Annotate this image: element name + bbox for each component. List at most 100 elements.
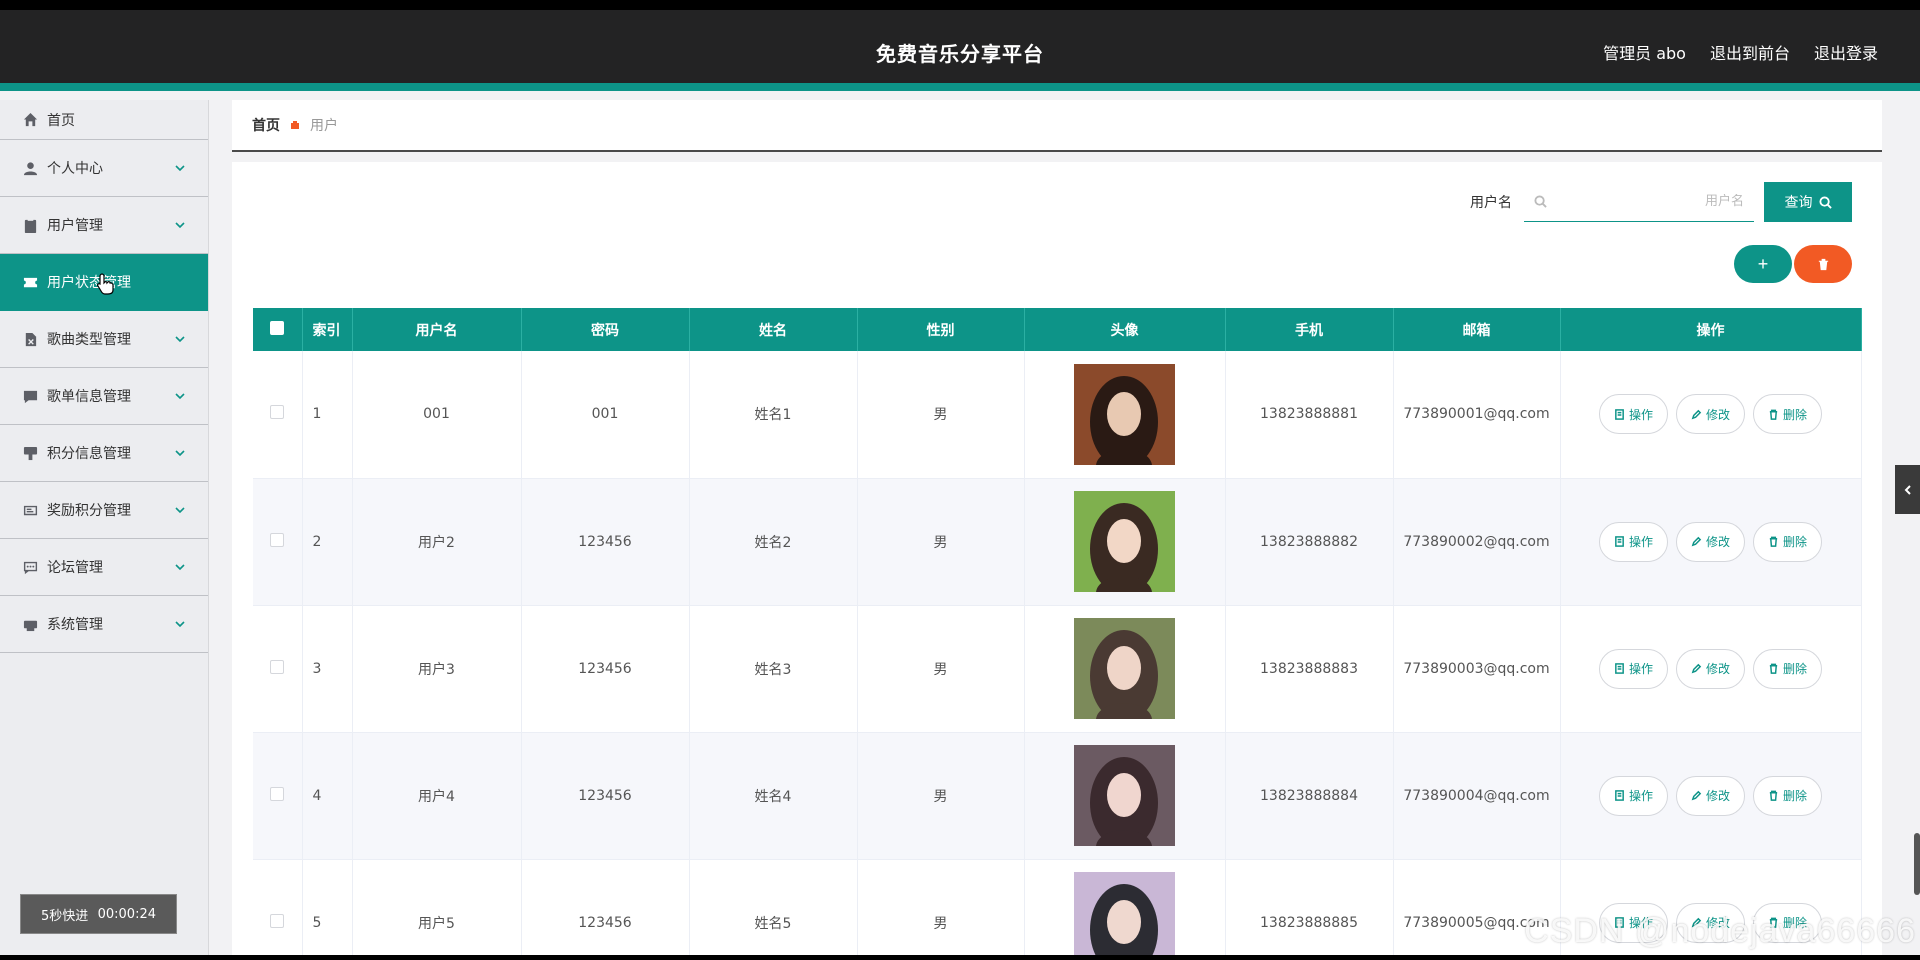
sidebar-item-personal-center[interactable]: 个人中心 (0, 140, 208, 197)
edit-icon (1691, 790, 1702, 801)
delete-button[interactable]: 删除 (1753, 648, 1823, 689)
index-cell: 5 (302, 859, 353, 955)
sidebar-item-song-type-management[interactable]: 歌曲类型管理 (0, 311, 208, 368)
home-icon (22, 112, 38, 128)
delete-button[interactable]: 删除 (1753, 775, 1823, 816)
row-select-cell (253, 605, 303, 733)
admin-user-link[interactable]: 管理员 abo (1603, 40, 1686, 64)
table-header-row: 索引 用户名 密码 姓名 性别 头像 手机 邮箱 操作 (253, 308, 1862, 351)
sidebar-item-label: 用户管理 (47, 218, 103, 234)
avatar[interactable] (1074, 618, 1175, 719)
action-buttons: + (1734, 245, 1852, 283)
op-label: 删除 (1783, 407, 1808, 422)
op-label: 修改 (1705, 789, 1730, 803)
sidebar-item-label: 积分信息管理 (47, 446, 131, 462)
column-header: 姓名 (689, 308, 858, 351)
row-select-cell (253, 732, 303, 860)
index-cell: 4 (302, 732, 353, 860)
doc-icon (1615, 663, 1624, 674)
sidebar-item-system-management[interactable]: 系统管理 (0, 596, 208, 653)
delete-button[interactable]: 删除 (1753, 521, 1823, 562)
doc-icon (1615, 536, 1624, 547)
add-button[interactable]: + (1734, 245, 1792, 283)
password-cell: 123456 (521, 605, 690, 733)
edit-button[interactable]: 修改 (1675, 521, 1745, 562)
view-button[interactable]: 操作 (1598, 521, 1668, 562)
name-cell: 姓名2 (689, 478, 858, 606)
view-button[interactable]: 操作 (1598, 648, 1668, 689)
table-row: 4 用户4 123456 姓名4 男 13823888884 773890004@qq.co… (253, 732, 1862, 860)
username-cell: 用户2 (352, 478, 522, 606)
sidebar-item-playlist-management[interactable]: 歌单信息管理 (0, 368, 208, 425)
column-header: 索引 (302, 308, 353, 351)
row-checkbox[interactable] (270, 532, 285, 547)
chevron-left-icon (1904, 484, 1911, 495)
avatar-cell (1024, 478, 1226, 606)
edit-button[interactable]: 修改 (1675, 394, 1745, 435)
column-header: 用户名 (352, 308, 522, 351)
sidebar-item-label: 歌单信息管理 (47, 389, 131, 405)
row-checkbox[interactable] (270, 786, 285, 801)
op-label: 操作 (1628, 789, 1653, 803)
phone-cell: 13823888885 (1225, 859, 1394, 955)
collapse-panel-tab[interactable] (1895, 465, 1920, 514)
trash-icon (1769, 409, 1778, 420)
view-button[interactable]: 操作 (1598, 775, 1668, 816)
header-links: 管理员 abo 退出到前台 退出登录 (1603, 40, 1878, 64)
sidebar-item-home[interactable]: 首页 (0, 100, 208, 140)
phone-cell: 13823888882 (1225, 478, 1394, 606)
sidebar-item-user-management[interactable]: 用户管理 (0, 197, 208, 254)
sidebar-item-label: 首页 (47, 112, 75, 129)
phone-cell: 13823888884 (1225, 732, 1394, 860)
sidebar-item-points-management[interactable]: 积分信息管理 (0, 425, 208, 482)
gender-cell: 男 (857, 732, 1025, 860)
query-button[interactable]: 查询 (1764, 182, 1852, 222)
exit-to-frontend-link[interactable]: 退出到前台 (1710, 40, 1790, 64)
sidebar-item-label: 歌曲类型管理 (47, 332, 131, 348)
table-row: 2 用户2 123456 姓名2 男 13823888882 773890002@qq.co… (253, 478, 1862, 606)
search-icon (1534, 195, 1547, 208)
search-form: 用户名 查询 (1470, 182, 1852, 222)
breadcrumb-current: 用户 (310, 118, 338, 134)
printer-icon (22, 616, 38, 632)
edit-button[interactable]: 修改 (1675, 775, 1745, 816)
chevron-down-icon (174, 447, 186, 459)
sidebar-item-reward-points-management[interactable]: 奖励积分管理 (0, 482, 208, 539)
username-cell: 用户3 (352, 605, 522, 733)
doc-icon (1615, 790, 1624, 801)
avatar[interactable] (1074, 872, 1175, 955)
trash-icon (1818, 258, 1828, 270)
sidebar-item-forum-management[interactable]: 论坛管理 (0, 539, 208, 596)
search-field (1524, 182, 1754, 222)
fast-forward-label: 5秒快进 (41, 908, 89, 924)
avatar[interactable] (1074, 491, 1175, 592)
top-header: 免费音乐分享平台 管理员 abo 退出到前台 退出登录 (0, 10, 1920, 91)
row-select-cell (253, 478, 303, 606)
edit-button[interactable]: 修改 (1675, 648, 1745, 689)
phone-cell: 13823888881 (1225, 351, 1394, 479)
avatar[interactable] (1074, 363, 1175, 465)
row-checkbox[interactable] (270, 405, 285, 420)
batch-delete-button[interactable] (1794, 245, 1852, 283)
avatar-cell (1024, 859, 1226, 955)
trash-icon (1769, 790, 1778, 801)
sidebar-item-user-status-management[interactable]: 用户状态管理 (0, 254, 208, 311)
row-checkbox[interactable] (270, 659, 285, 674)
logout-link[interactable]: 退出登录 (1814, 40, 1878, 64)
select-all-checkbox[interactable] (270, 320, 285, 335)
op-label: 删除 (1783, 789, 1808, 803)
op-label: 删除 (1783, 535, 1808, 549)
scrollbar-thumb[interactable] (1914, 833, 1920, 895)
password-cell: 123456 (521, 478, 690, 606)
search-input[interactable] (1547, 194, 1744, 209)
view-button[interactable]: 操作 (1598, 394, 1668, 435)
search-icon (1818, 195, 1832, 209)
name-cell: 姓名3 (689, 605, 858, 733)
sidebar-item-label: 系统管理 (47, 617, 103, 633)
sidebar-item-label: 用户状态管理 (47, 275, 131, 291)
row-checkbox[interactable] (270, 913, 285, 928)
breadcrumb-home[interactable]: 首页 (252, 115, 280, 135)
sidebar-item-label: 论坛管理 (47, 560, 103, 576)
avatar[interactable] (1074, 745, 1175, 846)
delete-button[interactable]: 删除 (1753, 394, 1823, 435)
